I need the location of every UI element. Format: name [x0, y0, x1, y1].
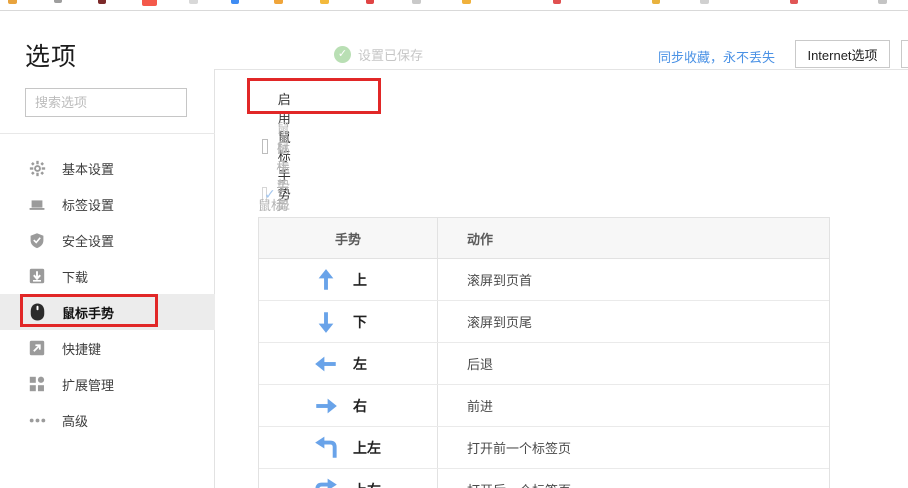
- sidebar-item-advanced[interactable]: 高级: [0, 402, 215, 438]
- page-title: 选项: [25, 37, 77, 73]
- extensions-grid-icon: [28, 375, 46, 393]
- favicon-fragment: [189, 0, 198, 4]
- action-label: 后退: [467, 354, 493, 373]
- saved-status-label: 设置已保存: [358, 45, 423, 64]
- gear-icon: [28, 159, 46, 177]
- action-label: 滚屏到页尾: [467, 312, 532, 331]
- favicon-fragment: [366, 0, 374, 4]
- arrow-left-icon: [313, 351, 339, 377]
- gesture-label: 上左: [353, 438, 383, 458]
- gesture-label: 左: [353, 354, 383, 374]
- cutoff-button[interactable]: [901, 40, 908, 68]
- shield-check-icon: [28, 231, 46, 249]
- favicon-fragment: [700, 0, 709, 4]
- shortcut-arrow-icon: [28, 339, 46, 357]
- action-label: 打开前一个标签页: [467, 438, 571, 457]
- favicon-fragment: [790, 0, 798, 4]
- download-icon: [28, 267, 46, 285]
- bookmarks-bar-strip: [0, 0, 908, 11]
- favicon-fragment: [462, 0, 471, 4]
- favicon-fragment: [412, 0, 421, 4]
- favicon-fragment: [8, 0, 17, 4]
- favicon-fragment: [553, 0, 561, 4]
- favicon-fragment: [231, 0, 239, 4]
- gesture-column-header: 手势: [259, 218, 438, 258]
- sidebar-item-shortcuts[interactable]: 快捷键: [0, 330, 215, 366]
- sidebar-item-extensions[interactable]: 扩展管理: [0, 366, 215, 402]
- favicon-fragment: [142, 0, 157, 6]
- sidebar-item-mouse-gestures[interactable]: 鼠标手势: [0, 294, 215, 330]
- gesture-table: 手势 动作 上 滚屏到页首 下 滚屏到页尾 左: [258, 217, 830, 488]
- gesture-table-header: 手势 动作: [259, 218, 829, 259]
- sidebar-item-label: 标签设置: [62, 195, 114, 214]
- gesture-label: 上右: [353, 480, 383, 488]
- sidebar-item-label: 扩展管理: [62, 375, 114, 394]
- sidebar: 基本设置 标签设置 安全设置 下载: [0, 69, 215, 488]
- sidebar-item-label: 快捷键: [62, 339, 101, 358]
- sidebar-item-label: 安全设置: [62, 231, 114, 250]
- arrow-right-icon: [313, 393, 339, 419]
- page-header: 选项 ✓ 设置已保存 同步收藏，永不丢失 Internet选项: [0, 11, 908, 70]
- sidebar-item-label: 高级: [62, 411, 88, 430]
- sidebar-item-basic-settings[interactable]: 基本设置: [0, 150, 215, 186]
- action-label: 滚屏到页首: [467, 270, 532, 289]
- favicon-fragment: [320, 0, 329, 4]
- favicon-fragment: [274, 0, 283, 4]
- mouse-icon: [28, 303, 46, 321]
- table-row: 左 后退: [259, 343, 829, 385]
- arrow-up-left-icon: [313, 435, 339, 461]
- sidebar-item-label: 鼠标手势: [62, 303, 114, 322]
- arrow-down-icon: [313, 309, 339, 335]
- table-row: 上 滚屏到页首: [259, 259, 829, 301]
- sidebar-item-security-settings[interactable]: 安全设置: [0, 222, 215, 258]
- table-row: 上左 打开前一个标签页: [259, 427, 829, 469]
- sidebar-item-tab-settings[interactable]: 标签设置: [0, 186, 215, 222]
- favicon-fragment: [878, 0, 887, 4]
- action-label: 前进: [467, 396, 493, 415]
- action-label: 打开后一个标签页: [467, 480, 571, 488]
- internet-options-button[interactable]: Internet选项: [795, 40, 890, 68]
- table-row: 上右 打开后一个标签页: [259, 469, 829, 488]
- sidebar-divider: [0, 133, 215, 134]
- more-dots-icon: [28, 411, 46, 429]
- action-column-header: 动作: [438, 218, 829, 258]
- arrow-up-right-icon: [313, 477, 339, 488]
- tabs-icon: [28, 195, 46, 213]
- saved-status: ✓ 设置已保存: [334, 45, 423, 64]
- favicon-fragment: [98, 0, 106, 4]
- gesture-label: 下: [353, 312, 383, 332]
- gesture-label: 上: [353, 270, 383, 290]
- favicon-fragment: [652, 0, 660, 4]
- check-circle-icon: ✓: [334, 46, 351, 63]
- favicon-fragment: [54, 0, 62, 3]
- sync-bookmarks-link[interactable]: 同步收藏，永不丢失: [658, 47, 775, 66]
- sidebar-item-label: 下载: [62, 267, 88, 286]
- search-input[interactable]: [25, 88, 187, 117]
- sidebar-item-label: 基本设置: [62, 159, 114, 178]
- table-row: 下 滚屏到页尾: [259, 301, 829, 343]
- sidebar-nav: 基本设置 标签设置 安全设置 下载: [0, 150, 215, 438]
- sidebar-item-downloads[interactable]: 下载: [0, 258, 215, 294]
- options-page: 选项 ✓ 设置已保存 同步收藏，永不丢失 Internet选项 基本设置 标签设…: [0, 0, 908, 488]
- arrow-up-icon: [313, 267, 339, 293]
- table-row: 右 前进: [259, 385, 829, 427]
- gesture-label: 右: [353, 396, 383, 416]
